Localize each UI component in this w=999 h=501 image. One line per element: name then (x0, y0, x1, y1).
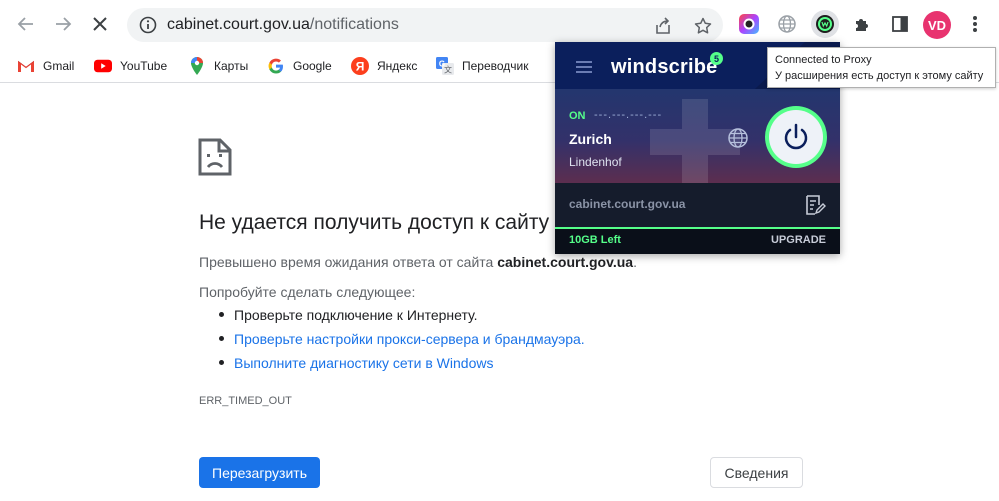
arrow-right-icon (56, 17, 72, 31)
suggestion-check-proxy-link[interactable]: Проверьте настройки прокси-сервера и бра… (219, 330, 585, 354)
profile-avatar[interactable]: VD (923, 11, 951, 39)
timeout-suffix: . (633, 254, 637, 270)
globe-icon[interactable] (727, 127, 749, 154)
bookmark-label: YouTube (120, 59, 168, 73)
suggestions-list: Проверьте подключение к Интернету. Прове… (219, 306, 585, 378)
bookmark-label: Google (293, 59, 332, 73)
bookmark-gmail[interactable]: Gmail (17, 54, 74, 78)
side-panel-icon[interactable] (886, 10, 914, 38)
tooltip-line-1: Connected to Proxy (775, 54, 872, 66)
ip-address: ---.---.---.--- (594, 109, 663, 121)
globe-extension-icon[interactable] (773, 10, 801, 38)
windscribe-footer: 10GB Left UPGRADE (555, 227, 840, 254)
youtube-icon (94, 57, 112, 75)
translate-icon: G文 (436, 57, 454, 75)
bookmark-label: Карты (214, 59, 249, 73)
puzzle-extensions-icon[interactable] (849, 10, 877, 38)
address-bar[interactable]: cabinet.court.gov.ua/notifications (127, 8, 723, 42)
sad-document-icon (198, 138, 232, 181)
back-button[interactable] (13, 11, 39, 37)
connection-status: ON (569, 110, 586, 122)
url-text[interactable]: cabinet.court.gov.ua/notifications (167, 16, 399, 34)
bookmark-yandex[interactable]: Я Яндекс (351, 54, 417, 78)
share-icon[interactable] (653, 16, 673, 36)
colorful-extension-icon[interactable] (735, 10, 763, 38)
windscribe-extension-icon[interactable] (811, 10, 839, 38)
extension-tooltip: Connected to Proxy У расширения есть дос… (767, 47, 996, 88)
maps-icon (188, 57, 206, 75)
power-icon (784, 123, 808, 150)
bookmark-label: Gmail (43, 59, 75, 73)
arrow-left-icon (17, 17, 33, 31)
kebab-menu-icon[interactable] (961, 10, 989, 38)
forward-button[interactable] (50, 11, 76, 37)
stop-loading-button[interactable] (87, 11, 113, 37)
reload-button[interactable]: Перезагрузить (199, 457, 320, 488)
svg-text:Я: Я (356, 60, 365, 74)
upgrade-button[interactable]: UPGRADE (771, 234, 826, 246)
error-code: ERR_TIMED_OUT (199, 395, 292, 407)
bookmark-youtube[interactable]: YouTube (94, 54, 167, 78)
data-left: 10GB Left (569, 234, 621, 246)
bookmark-label: Переводчик (462, 59, 529, 73)
windscribe-connection-panel: ON ---.---.---.--- Zurich Lindenhof (555, 89, 840, 183)
timeout-host: cabinet.court.gov.ua (497, 254, 634, 270)
info-icon[interactable] (139, 16, 157, 39)
windscribe-logo: windscribe (611, 56, 718, 78)
google-icon (267, 57, 285, 75)
tooltip-line-2: У расширения есть доступ к этому сайту (775, 70, 984, 82)
gmail-icon (17, 57, 35, 75)
power-button[interactable] (765, 106, 827, 168)
edit-rules-icon[interactable] (804, 194, 826, 221)
bookmark-label: Яндекс (377, 59, 418, 73)
location-city[interactable]: Zurich (569, 131, 612, 147)
try-text: Попробуйте сделать следующее: (199, 284, 416, 300)
power-button-inner (769, 110, 823, 164)
svg-text:文: 文 (444, 65, 452, 75)
bookmark-google[interactable]: Google (267, 54, 332, 78)
timeout-message: Превышено время ожидания ответа от сайта… (199, 254, 637, 270)
suggestion-run-diagnostics-link[interactable]: Выполните диагностику сети в Windows (219, 354, 585, 378)
url-host: cabinet.court.gov.ua (167, 16, 310, 33)
yandex-icon: Я (351, 57, 369, 75)
location-node: Lindenhof (569, 155, 622, 169)
current-site: cabinet.court.gov.ua (569, 197, 686, 211)
suggestion-check-connection: Проверьте подключение к Интернету. (219, 306, 585, 330)
notification-badge[interactable]: 5 (710, 52, 723, 65)
hamburger-menu-icon[interactable] (576, 60, 592, 78)
bookmark-star-icon[interactable] (693, 16, 713, 36)
bookmark-maps[interactable]: Карты (188, 54, 248, 78)
bookmark-translate[interactable]: G文 Переводчик (436, 54, 529, 78)
url-path: /notifications (309, 16, 399, 33)
details-button[interactable]: Сведения (710, 457, 803, 488)
current-site-row: cabinet.court.gov.ua (555, 183, 840, 227)
browser-toolbar: cabinet.court.gov.ua/notifications VD (0, 0, 999, 48)
close-icon (93, 17, 107, 31)
error-title: Не удается получить доступ к сайту (199, 211, 550, 234)
timeout-prefix: Превышено время ожидания ответа от сайта (199, 254, 498, 270)
